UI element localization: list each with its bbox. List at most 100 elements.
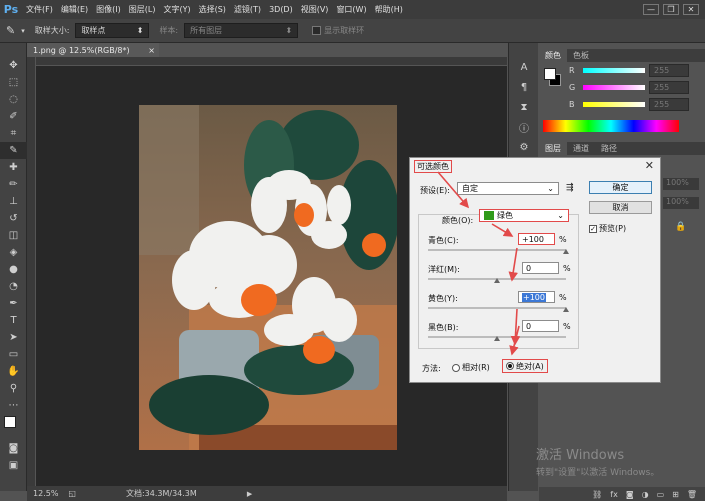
- character-panel-icon[interactable]: A: [509, 57, 539, 77]
- cyan-slider-thumb[interactable]: [563, 249, 569, 254]
- lasso-tool-icon[interactable]: ◌: [0, 91, 27, 108]
- brush-tool-icon[interactable]: ✏: [0, 176, 27, 193]
- document-image[interactable]: [139, 105, 397, 450]
- menu-help[interactable]: 帮助(H): [371, 4, 407, 15]
- marquee-tool-icon[interactable]: ⬚: [0, 74, 27, 91]
- zoom-level[interactable]: 12.5%: [33, 489, 58, 498]
- black-slider-thumb[interactable]: [494, 336, 500, 341]
- menu-image[interactable]: 图像(I): [92, 4, 125, 15]
- red-slider[interactable]: [583, 68, 645, 73]
- red-value[interactable]: 255: [649, 64, 689, 77]
- menu-select[interactable]: 选择(S): [195, 4, 230, 15]
- magenta-input[interactable]: 0: [522, 262, 559, 274]
- document-tab[interactable]: 1.png @ 12.5%(RGB/8*) ×: [27, 43, 159, 57]
- cyan-slider-track[interactable]: [428, 249, 566, 251]
- pen-tool-icon[interactable]: ✒: [0, 295, 27, 312]
- black-input[interactable]: 0: [522, 320, 559, 332]
- tab-channels[interactable]: 通道: [567, 142, 595, 155]
- cancel-button[interactable]: 取消: [589, 201, 652, 214]
- close-window-button[interactable]: ✕: [683, 4, 699, 15]
- layers-footer: ⛓ fx ◙ ◑ ▭ ⊞ 🗑: [539, 487, 705, 501]
- tab-paths[interactable]: 路径: [595, 142, 623, 155]
- adjustment-layer-icon[interactable]: ◑: [642, 490, 649, 499]
- tab-swatches[interactable]: 色板: [567, 49, 595, 62]
- status-icon[interactable]: ◱: [68, 489, 76, 498]
- menu-type[interactable]: 文字(Y): [159, 4, 194, 15]
- group-icon[interactable]: ▭: [657, 490, 665, 499]
- crop-tool-icon[interactable]: ⌗: [0, 125, 27, 142]
- tab-color[interactable]: 颜色: [539, 49, 567, 62]
- yellow-slider-thumb[interactable]: [563, 307, 569, 312]
- yellow-label: 黄色(Y):: [428, 294, 458, 303]
- quick-mask-icon[interactable]: ◙: [0, 440, 27, 457]
- preset-select[interactable]: 自定 ⌄: [457, 182, 559, 195]
- layer-style-icon[interactable]: fx: [610, 490, 618, 499]
- hand-tool-icon[interactable]: ✋: [0, 363, 27, 380]
- close-icon[interactable]: ✕: [645, 159, 654, 172]
- relative-radio[interactable]: 相对(R): [452, 362, 490, 373]
- zoom-tool-icon[interactable]: ⚲: [0, 380, 27, 397]
- preset-options-icon[interactable]: ⇶: [566, 183, 574, 193]
- paint-bucket-icon[interactable]: ◈: [0, 244, 27, 261]
- menu-view[interactable]: 视图(V): [297, 4, 333, 15]
- absolute-radio[interactable]: 绝对(A): [502, 359, 548, 373]
- fill-field[interactable]: 100%: [663, 197, 699, 209]
- screen-mode-icon[interactable]: ▣: [0, 457, 27, 474]
- document-size: 文档:34.3M/34.3M: [125, 489, 197, 498]
- blue-value[interactable]: 255: [649, 98, 689, 111]
- menu-edit[interactable]: 编辑(E): [57, 4, 92, 15]
- move-tool-icon[interactable]: ✥: [0, 57, 27, 74]
- maximize-button[interactable]: ❐: [663, 4, 679, 15]
- eraser-tool-icon[interactable]: ◫: [0, 227, 27, 244]
- color-panel: 颜色 色板 R 255 G 255 B 255: [539, 49, 705, 141]
- blue-slider[interactable]: [583, 102, 645, 107]
- green-value[interactable]: 255: [649, 81, 689, 94]
- menu-layer[interactable]: 图层(L): [125, 4, 160, 15]
- menu-file[interactable]: 文件(F): [22, 4, 57, 15]
- healing-brush-icon[interactable]: ✚: [0, 159, 27, 176]
- more-tools-icon[interactable]: ⋯: [0, 397, 27, 414]
- green-slider[interactable]: [583, 85, 645, 90]
- clone-stamp-icon[interactable]: ⊥: [0, 193, 27, 210]
- minimize-button[interactable]: —: [643, 4, 659, 15]
- path-select-icon[interactable]: ➤: [0, 329, 27, 346]
- menu-3d[interactable]: 3D(D): [265, 5, 297, 14]
- tab-layers[interactable]: 图层: [539, 142, 567, 155]
- eyedropper-icon[interactable]: ✎: [6, 24, 15, 37]
- opacity-field[interactable]: 100%: [663, 178, 699, 190]
- color-spectrum[interactable]: [543, 120, 679, 132]
- cyan-input[interactable]: +100: [518, 233, 555, 245]
- new-layer-icon[interactable]: ⊞: [672, 490, 679, 499]
- show-sampling-ring-checkbox[interactable]: 显示取样环: [312, 25, 364, 36]
- type-tool-icon[interactable]: T: [0, 312, 27, 329]
- adjustments-panel-icon[interactable]: ⚙: [509, 137, 539, 157]
- properties-panel-icon[interactable]: ⓘ: [509, 117, 539, 137]
- paragraph-panel-icon[interactable]: ¶: [509, 77, 539, 97]
- menu-filter[interactable]: 滤镜(T): [230, 4, 265, 15]
- shape-tool-icon[interactable]: ▭: [0, 346, 27, 363]
- tool-preset-arrow-icon[interactable]: ▾: [21, 27, 25, 35]
- yellow-slider-track[interactable]: [428, 307, 566, 309]
- sample-select[interactable]: 所有图层 ⬍: [184, 23, 299, 38]
- quick-select-tool-icon[interactable]: ✐: [0, 108, 27, 125]
- foreground-color-swatch[interactable]: [544, 68, 556, 80]
- menu-window[interactable]: 窗口(W): [332, 4, 370, 15]
- trash-icon[interactable]: 🗑: [687, 490, 697, 499]
- color-select[interactable]: 绿色 ⌄: [479, 209, 569, 222]
- sample-size-select[interactable]: 取样点 ⬍: [75, 23, 150, 38]
- add-mask-icon[interactable]: ◙: [626, 490, 634, 499]
- link-layers-icon[interactable]: ⛓: [592, 490, 602, 499]
- preview-checkbox[interactable]: ✓ 预览(P): [589, 223, 626, 234]
- eyedropper-tool-icon[interactable]: ✎: [0, 142, 27, 159]
- status-menu-arrow-icon[interactable]: ▶: [247, 490, 252, 498]
- blur-tool-icon[interactable]: ●: [0, 261, 27, 278]
- magenta-slider-thumb[interactable]: [494, 278, 500, 283]
- color-swatches[interactable]: [0, 414, 27, 440]
- ok-button[interactable]: 确定: [589, 181, 652, 194]
- foreground-color[interactable]: [4, 416, 16, 428]
- close-icon[interactable]: ×: [148, 46, 155, 55]
- history-panel-icon[interactable]: ⧗: [509, 97, 539, 117]
- dodge-tool-icon[interactable]: ◔: [0, 278, 27, 295]
- yellow-input[interactable]: +100: [518, 291, 555, 303]
- history-brush-icon[interactable]: ↺: [0, 210, 27, 227]
